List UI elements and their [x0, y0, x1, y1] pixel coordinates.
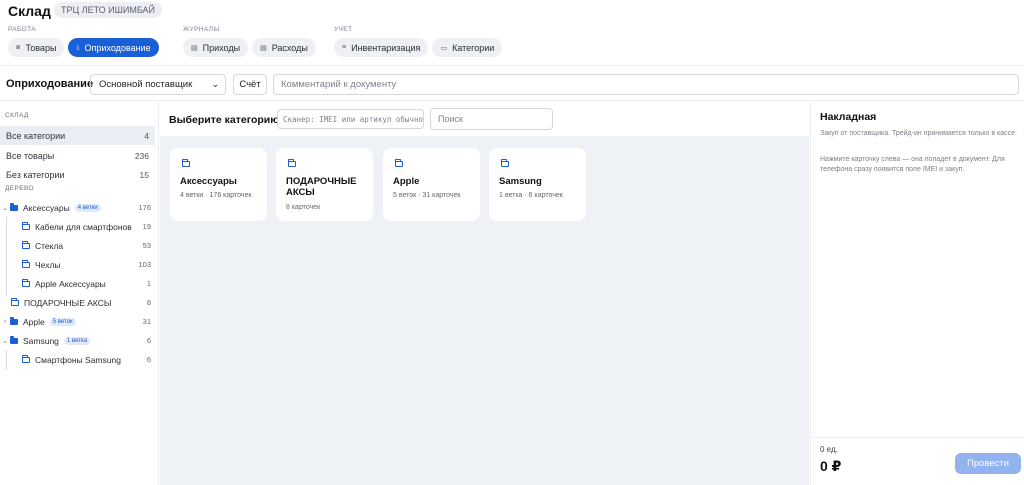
app-title: Склад [8, 3, 51, 19]
list-icon: ≡ [342, 44, 347, 51]
folder-icon [395, 159, 403, 167]
chevron-down-icon: ⌄ [2, 204, 8, 212]
invoice-title: Накладная [820, 111, 877, 123]
folder-icon [10, 335, 18, 344]
category-picker-title: Выберите категорию [169, 114, 280, 126]
nav-group-label: ЖУРНАЛЫ [183, 26, 220, 33]
sidebar: СКЛАД Все категории 4 Все товары 236 Без… [0, 102, 159, 485]
card-title: Apple [393, 176, 420, 187]
nav-categories-button[interactable]: ▭ Категории [432, 38, 503, 57]
nav-group-journals: ЖУРНАЛЫ ▤ Приходы ▤ Расходы [183, 26, 316, 57]
folder-icon [22, 221, 30, 230]
branch-badge: 1 ветка [63, 336, 91, 345]
invoice-instructions: Нажмите карточку слева — она попадет в д… [820, 156, 1005, 173]
card-subtitle: 4 ветки · 176 карточек [180, 192, 252, 199]
sidebar-section-label: СКЛАД [5, 112, 29, 119]
account-button[interactable]: Счёт [233, 74, 267, 95]
nav-expenses-button[interactable]: ▤ Расходы [252, 38, 316, 57]
tree-item-gift-accessories[interactable]: ПОДАРОЧНЫЕ АКСЫ 8 [0, 293, 155, 312]
chevron-down-icon: ⌄ [211, 79, 219, 89]
document-toolbar: Оприходование Основной поставщик ⌄ Счёт [0, 68, 1024, 101]
card-subtitle: 1 ветка · 6 карточек [499, 192, 563, 199]
branch-badge: 5 веток [49, 317, 76, 326]
search-input[interactable] [430, 108, 553, 130]
divider [811, 437, 1024, 438]
invoice-total: 0 ₽ [820, 458, 842, 474]
invoice-hint: Закуп от поставщика. Трейд-ин принимаетс… [820, 130, 1017, 137]
folder-icon [501, 159, 509, 167]
tree-item-cables[interactable]: Кабели для смартфонов 19 [0, 217, 155, 236]
doc-icon: ▤ [260, 44, 267, 52]
nav-group-work: РАБОТА ⧈ Товары ⤓ Оприходование [8, 26, 159, 57]
category-card-accessories[interactable]: Аксессуары 4 ветки · 176 карточек [170, 148, 267, 221]
folder-icon [22, 259, 30, 268]
header: Склад ТРЦ ЛЕТО ИШИМБАЙ РАБОТА ⧈ Товары ⤓… [0, 0, 1024, 66]
tree-item-apple[interactable]: › Apple 5 веток 31 [0, 312, 155, 331]
card-title: ПОДАРОЧНЫЕ АКСЫ [286, 176, 357, 198]
folder-icon [22, 354, 30, 363]
invoice-item-count: 0 ед. [820, 445, 838, 454]
nav-inventory-button[interactable]: ≡ Инвентаризация [334, 38, 429, 57]
invoice-panel: Накладная Закуп от поставщика. Трейд-ин … [810, 102, 1024, 485]
folder-icon [10, 316, 18, 325]
folder-icon [11, 297, 19, 306]
card-subtitle: 8 карточек [286, 204, 321, 211]
comment-input[interactable] [273, 74, 1019, 95]
nav-group-label: РАБОТА [8, 26, 36, 33]
branch-badge: 4 ветки [74, 203, 101, 212]
folder-icon [22, 278, 30, 287]
supplier-value: Основной поставщик [99, 79, 193, 90]
category-card-samsung[interactable]: Samsung 1 ветка · 6 карточек [489, 148, 586, 221]
folder-icon [182, 159, 190, 167]
document-title: Оприходование [6, 78, 94, 90]
sidebar-item-all-goods[interactable]: Все товары 236 [0, 146, 155, 165]
tree-section-label: ДЕРЕВО [5, 185, 34, 192]
folder-icon [10, 202, 18, 211]
download-icon: ⤓ [76, 43, 80, 51]
nav-incoming-button[interactable]: ▤ Приходы [183, 38, 249, 57]
chevron-down-icon: ⌄ [2, 337, 8, 345]
card-title: Аксессуары [180, 176, 237, 187]
folder-icon [288, 159, 296, 167]
nav-group-label: УЧЕТ [334, 26, 353, 33]
category-card-apple[interactable]: Apple 5 веток · 31 карточек [383, 148, 480, 221]
tree-item-apple-accessories[interactable]: Apple Аксессуары 1 [0, 274, 155, 293]
tree-item-glass[interactable]: Стекла 53 [0, 236, 155, 255]
nav-goods-button[interactable]: ⧈ Товары [8, 38, 65, 57]
tree-item-accessories[interactable]: ⌄ Аксессуары 4 ветки 176 [0, 198, 155, 217]
scanner-input[interactable] [277, 109, 424, 129]
submit-button[interactable]: Провести [955, 453, 1021, 474]
sidebar-item-all-categories[interactable]: Все категории 4 [0, 126, 155, 145]
sidebar-item-uncategorized[interactable]: Без категории 15 [0, 165, 155, 184]
category-picker: Выберите категорию Аксессуары 4 ветки · … [160, 102, 809, 485]
folder-icon: ▭ [440, 44, 448, 52]
chevron-right-icon: › [3, 318, 7, 325]
box-icon: ⧈ [16, 43, 21, 51]
store-badge[interactable]: ТРЦ ЛЕТО ИШИМБАЙ [54, 2, 163, 18]
tree-item-samsung-phones[interactable]: Смартфоны Samsung 6 [0, 350, 155, 369]
category-picker-header: Выберите категорию [160, 102, 809, 136]
supplier-select[interactable]: Основной поставщик ⌄ [90, 74, 226, 95]
folder-icon [22, 240, 30, 249]
tree-item-samsung[interactable]: ⌄ Samsung 1 ветка 6 [0, 331, 155, 350]
nav-receiving-button[interactable]: ⤓ Оприходование [68, 38, 159, 57]
card-title: Samsung [499, 176, 542, 187]
card-subtitle: 5 веток · 31 карточек [393, 192, 461, 199]
nav-group-accounting: УЧЕТ ≡ Инвентаризация ▭ Категории [334, 26, 503, 57]
doc-icon: ▤ [191, 44, 198, 52]
tree-item-cases[interactable]: Чехлы 103 [0, 255, 155, 274]
category-card-gift-accessories[interactable]: ПОДАРОЧНЫЕ АКСЫ 8 карточек [276, 148, 373, 221]
